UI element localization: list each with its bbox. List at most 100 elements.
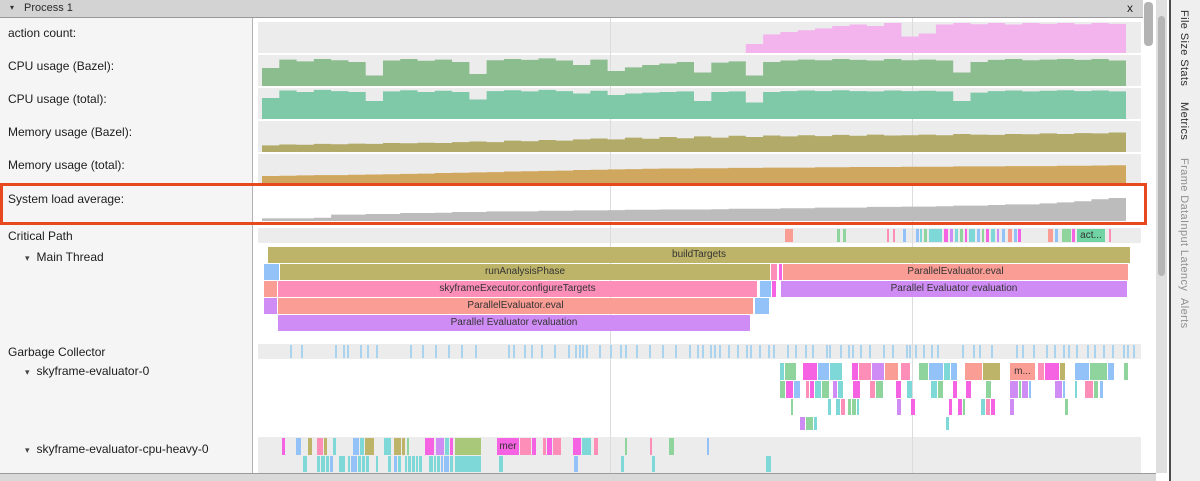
slice[interactable] [308, 438, 312, 455]
slice[interactable] [264, 298, 277, 314]
collapse-icon[interactable]: ▾ [25, 445, 30, 455]
slice[interactable] [822, 381, 829, 398]
slice[interactable] [408, 456, 411, 472]
counter-chart-memory-usage-bazel[interactable] [258, 121, 1142, 152]
slice-act[interactable]: act... [1077, 229, 1105, 242]
slice[interactable] [429, 456, 433, 472]
slice[interactable] [360, 438, 364, 455]
slice[interactable] [1075, 363, 1089, 380]
slice[interactable] [857, 399, 859, 415]
slice[interactable] [1072, 229, 1075, 242]
slice[interactable] [394, 438, 401, 455]
slice[interactable] [543, 438, 546, 455]
slice[interactable] [897, 399, 901, 415]
slice[interactable] [317, 438, 323, 455]
slice[interactable] [317, 456, 320, 472]
slice[interactable] [896, 381, 901, 398]
slice[interactable] [949, 399, 952, 415]
slice[interactable] [859, 363, 871, 380]
slice[interactable] [669, 438, 674, 455]
slice[interactable] [919, 363, 928, 380]
slice[interactable] [1038, 363, 1044, 380]
slice[interactable] [330, 456, 333, 472]
slice[interactable] [982, 229, 984, 242]
slice[interactable] [264, 281, 277, 297]
slice[interactable] [1090, 363, 1107, 380]
slice[interactable] [810, 381, 814, 398]
slice[interactable] [885, 363, 898, 380]
slice-parallelevaluator-eval[interactable]: ParallelEvaluator.eval [783, 264, 1128, 280]
slice[interactable] [924, 229, 927, 242]
slice-parallel-evaluator-evaluation[interactable]: Parallel Evaluator evaluation [278, 315, 750, 331]
slice[interactable] [707, 438, 709, 455]
slice[interactable] [407, 438, 409, 455]
slice[interactable] [853, 381, 860, 398]
slice[interactable] [837, 229, 840, 242]
slice[interactable] [1062, 229, 1071, 242]
slice[interactable] [1022, 381, 1028, 398]
slice[interactable] [870, 381, 875, 398]
slice[interactable] [901, 363, 910, 380]
slice[interactable] [852, 363, 858, 380]
slice[interactable] [997, 229, 999, 242]
slice[interactable] [436, 438, 444, 455]
page-scrollbar[interactable] [1156, 0, 1167, 473]
slice[interactable] [977, 229, 980, 242]
slice[interactable] [991, 399, 995, 415]
close-button[interactable]: x [1127, 1, 1133, 15]
slice[interactable] [594, 438, 598, 455]
slice[interactable] [1124, 363, 1128, 380]
slice[interactable] [931, 381, 937, 398]
slice-runanalysisphase[interactable]: runAnalysisPhase [280, 264, 770, 280]
slice[interactable] [362, 456, 365, 472]
slice[interactable] [351, 456, 357, 472]
sidebar-tab-input-latency[interactable]: Input Latency [1178, 220, 1190, 291]
slice[interactable] [760, 281, 771, 297]
slice[interactable] [444, 456, 449, 472]
slice[interactable] [419, 456, 422, 472]
slice[interactable] [950, 229, 953, 242]
slice[interactable] [1010, 381, 1018, 398]
slice[interactable] [965, 229, 967, 242]
slice[interactable] [434, 456, 436, 472]
slice[interactable] [1085, 381, 1093, 398]
slice-mer[interactable]: mer [497, 438, 519, 455]
slice[interactable] [951, 363, 957, 380]
slice-parallelevaluator-eval[interactable]: ParallelEvaluator.eval [278, 298, 753, 314]
slice[interactable] [353, 438, 359, 455]
counter-chart-cpu-usage-bazel[interactable] [258, 55, 1142, 86]
slice[interactable] [1055, 229, 1058, 242]
slice[interactable] [384, 438, 391, 455]
slice[interactable] [445, 438, 449, 455]
slice[interactable] [303, 456, 307, 472]
counter-chart-system-load-average[interactable] [258, 188, 1142, 221]
slice[interactable] [929, 363, 943, 380]
slice[interactable] [1029, 381, 1031, 398]
slice[interactable] [650, 438, 652, 455]
track-label-skyframe-evaluator-0[interactable]: ▾skyframe-evaluator-0 [25, 364, 149, 378]
slice[interactable] [965, 363, 982, 380]
sidebar-tab-metrics[interactable]: Metrics [1178, 102, 1190, 140]
slice[interactable] [348, 456, 350, 472]
track-area[interactable]: act...buildTargetsrunAnalysisPhaseParall… [253, 0, 1143, 473]
slice[interactable] [376, 456, 378, 472]
slice[interactable] [843, 229, 846, 242]
slice[interactable] [532, 438, 536, 455]
slice[interactable] [836, 399, 840, 415]
slice[interactable] [887, 229, 889, 242]
slice[interactable] [388, 456, 391, 472]
slice[interactable] [365, 438, 374, 455]
process-header[interactable]: ▾ Process 1 x [0, 0, 1143, 18]
slice-m[interactable]: m... [1010, 363, 1035, 380]
slice[interactable] [833, 381, 837, 398]
slice[interactable] [800, 417, 805, 430]
slice[interactable] [755, 298, 769, 314]
slice[interactable] [893, 229, 895, 242]
slice[interactable] [841, 399, 845, 415]
slice[interactable] [828, 399, 831, 415]
slice[interactable] [1019, 381, 1021, 398]
counter-chart-memory-usage-total[interactable] [258, 154, 1142, 185]
slice[interactable] [582, 438, 591, 455]
slice[interactable] [814, 417, 817, 430]
slice[interactable] [766, 456, 771, 472]
